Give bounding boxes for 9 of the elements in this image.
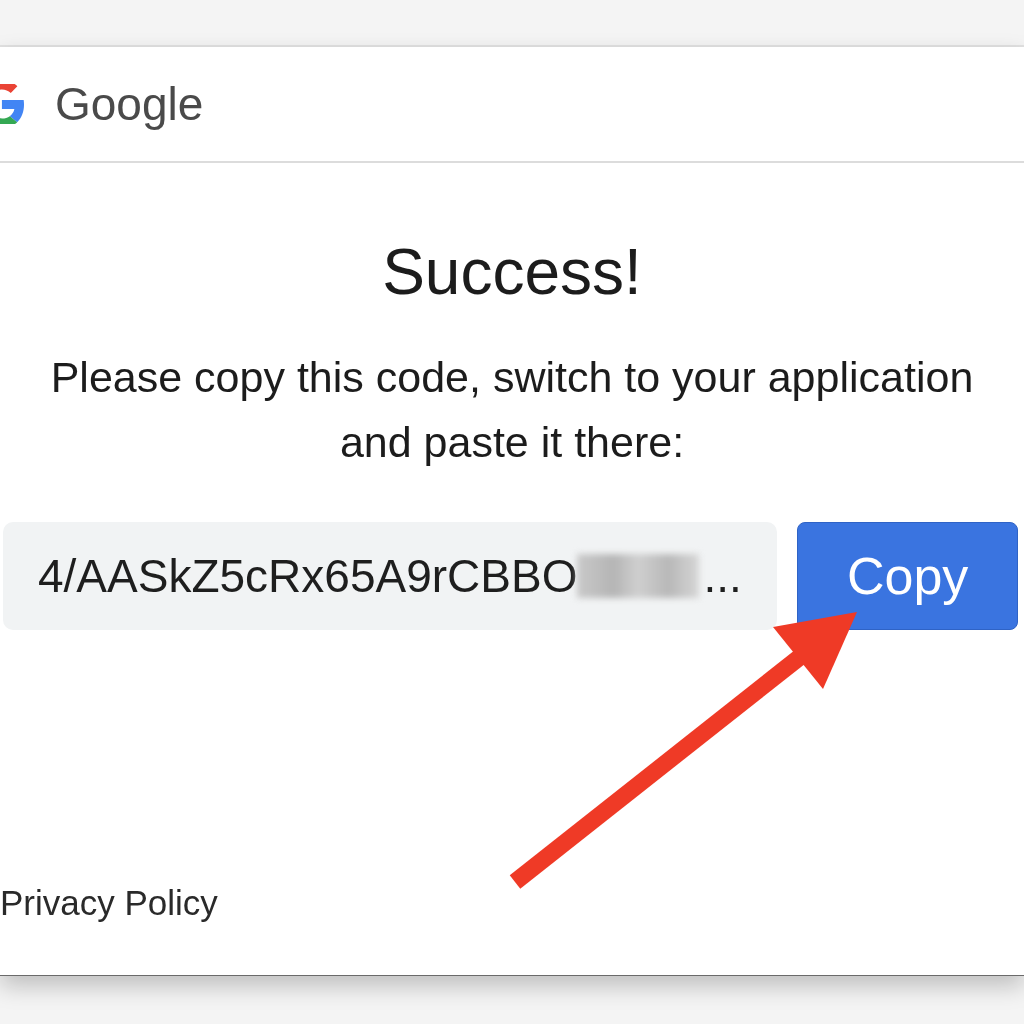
brand-name: Google <box>55 78 204 130</box>
code-field[interactable]: 4/AASkZ5cRx65A9rCBBO ... <box>3 522 778 630</box>
g-logo-icon <box>0 84 25 124</box>
privacy-policy-link[interactable]: Privacy Policy <box>0 883 218 923</box>
success-title: Success! <box>382 235 642 309</box>
instruction-text: Please copy this code, switch to your application and paste it there: <box>49 352 975 468</box>
copy-button[interactable]: Copy <box>797 522 1018 630</box>
ellipsis-text: ... <box>703 549 742 603</box>
code-text: 4/AASkZ5cRx65A9rCBBO <box>38 549 578 603</box>
